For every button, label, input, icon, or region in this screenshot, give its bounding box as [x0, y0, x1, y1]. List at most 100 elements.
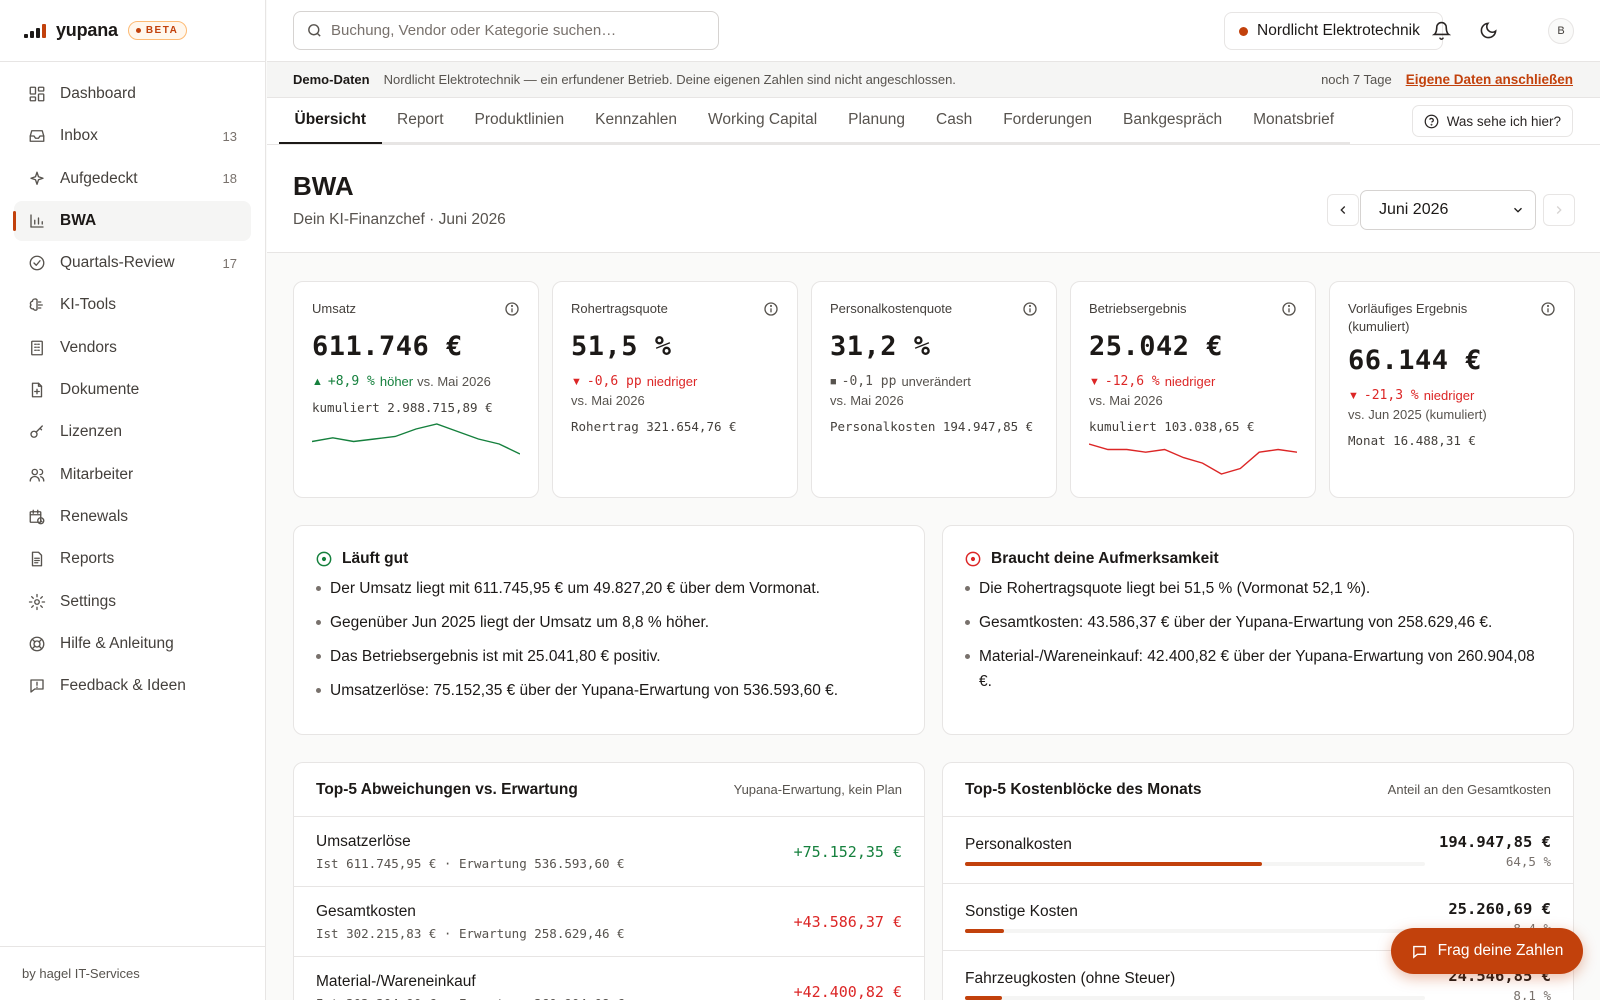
tab-4[interactable]: Working Capital [692, 98, 833, 144]
search-icon [306, 22, 323, 39]
sidebar-item-count: 17 [222, 255, 237, 271]
lifebuoy-icon [28, 635, 46, 653]
topbar: Nordlicht Elektrotechnik B [267, 0, 1600, 62]
tab-1[interactable]: Report [381, 98, 460, 144]
table-row[interactable]: Personalkosten 194.947,85 € 64,5 % [943, 817, 1573, 884]
sidebar-item-inbox[interactable]: Inbox 13 [14, 116, 251, 156]
users-icon [28, 466, 46, 484]
trend-down-icon: ▼ [571, 375, 582, 388]
sidebar-item-label: BWA [60, 211, 97, 229]
kpi-card: Personalkostenquote 31,2 % ■ -0,1 pp unverän… [811, 281, 1057, 498]
moon-icon[interactable] [1476, 18, 1500, 42]
brand[interactable]: yupana BETA [0, 0, 265, 62]
beta-badge: BETA [127, 21, 188, 40]
brand-name: yupana [56, 20, 118, 40]
sidebar-item-renewals[interactable]: Renewals [14, 497, 251, 537]
good-insights-list: Der Umsatz liegt mit 611.745,95 € um 49.… [316, 576, 902, 703]
connect-data-link[interactable]: Eigene Daten anschließen [1406, 72, 1573, 87]
kpi-footnote: Monat 16.488,31 € [1348, 433, 1476, 448]
sidebar-item-settings[interactable]: Settings [14, 582, 251, 622]
sidebar-item-ki-tools[interactable]: KI-Tools [14, 285, 251, 325]
table-row[interactable]: Gesamtkosten Ist 302.215,83 € · Erwartung… [294, 887, 924, 957]
page-title: BWA [293, 171, 354, 201]
table-row[interactable]: Umsatzerlöse Ist 611.745,95 € · Erwartung… [294, 817, 924, 887]
deviations-note: Yupana-Erwartung, kein Plan [733, 782, 902, 797]
help-button[interactable]: Was sehe ich hier? [1411, 105, 1573, 137]
sparkline-path [312, 423, 520, 455]
share-bar [965, 929, 1425, 933]
info-icon[interactable] [1022, 301, 1038, 322]
logo-icon [24, 23, 46, 38]
kpi-label: Betriebsergebnis [1089, 301, 1187, 316]
deviations-card: Top-5 Abweichungen vs. Erwartung Yupana-… [293, 762, 925, 1000]
sidebar-item-lizenzen[interactable]: Lizenzen [14, 412, 251, 452]
row-name: Personalkosten [965, 836, 1072, 853]
trend-up-icon: ▲ [312, 375, 323, 388]
tab-2[interactable]: Produktlinien [459, 98, 580, 144]
sidebar-item-vendors[interactable]: Vendors [14, 328, 251, 368]
sidebar-item-quartals-review[interactable]: Quartals-Review 17 [14, 243, 251, 283]
trend-down-icon: ▼ [1089, 375, 1100, 388]
sidebar-item-hilfe-anleitung[interactable]: Hilfe & Anleitung [14, 624, 251, 664]
feedback-icon [28, 677, 46, 695]
kpi-delta: -0,6 pp [586, 374, 642, 389]
sidebar-item-mitarbeiter[interactable]: Mitarbeiter [14, 455, 251, 495]
sidebar-item-count: 18 [222, 171, 237, 187]
sidebar-item-label: Renewals [60, 507, 129, 525]
building-icon [28, 339, 46, 357]
tab-6[interactable]: Cash [920, 98, 988, 144]
trial-days: noch 7 Tage [1321, 72, 1392, 87]
avatar[interactable]: B [1548, 18, 1574, 44]
check-circle-icon [28, 254, 46, 272]
kpi-delta-word: niedriger [646, 374, 698, 389]
previous-month-button[interactable] [1327, 194, 1359, 226]
kpi-delta: -21,3 % [1363, 388, 1419, 403]
search-input[interactable] [331, 22, 691, 39]
tab-5[interactable]: Planung [832, 98, 921, 144]
tab-9[interactable]: Monatsbrief [1237, 98, 1350, 144]
sidebar-item-count: 13 [222, 128, 237, 144]
kpi-comparison: vs. Mai 2026 [417, 374, 491, 389]
tab-3[interactable]: Kennzahlen [579, 98, 693, 144]
table-row[interactable]: Material-/WareneinkaufIst 303.304,90 € ·… [294, 957, 924, 1000]
sidebar-item-label: Lizenzen [60, 423, 123, 441]
sidebar-item-bwa[interactable]: BWA [13, 200, 251, 241]
kpi-footnote: Rohertrag 321.654,76 € [571, 419, 737, 434]
info-icon[interactable] [1540, 301, 1556, 322]
tab-8[interactable]: Bankgespräch [1107, 98, 1238, 144]
bell-icon[interactable] [1429, 18, 1453, 42]
sidebar-item-label: Vendors [60, 338, 117, 356]
sidebar-item-label: Mitarbeiter [60, 465, 134, 483]
insight-item: Das Betriebsergebnis ist mit 25.041,80 €… [316, 644, 902, 669]
sidebar-item-feedback-ideen[interactable]: Feedback & Ideen [14, 666, 251, 706]
insight-item: Material-/Wareneinkauf: 42.400,82 € über… [965, 644, 1551, 694]
sidebar-item-label: Aufgedeckt [60, 169, 138, 187]
sparkline [312, 423, 520, 455]
company-status-dot [1239, 26, 1248, 36]
month-select[interactable]: Juni 2026 [1360, 190, 1536, 230]
row-deviation: +75.152,35 € [793, 843, 902, 861]
kpi-delta-word: niedriger [1164, 374, 1216, 389]
sidebar-nav: Dashboard Inbox 13 Aufgedeckt 18 BWA Quartals-… [0, 62, 265, 720]
sidebar-item-reports[interactable]: Reports [14, 539, 251, 579]
sidebar-item-aufgedeckt[interactable]: Aufgedeckt 18 [14, 159, 251, 199]
trend-flat-icon: ■ [830, 375, 837, 388]
info-icon[interactable] [763, 301, 779, 322]
sidebar-item-dashboard[interactable]: Dashboard [14, 74, 251, 114]
tab-7[interactable]: Forderungen [987, 98, 1108, 144]
good-insights-card: Läuft gut Der Umsatz liegt mit 611.745,9… [293, 525, 925, 735]
cost-blocks-note: Anteil an den Gesamtkosten [1387, 782, 1551, 797]
search-box[interactable] [293, 11, 719, 50]
sidebar-item-dokumente[interactable]: Dokumente [14, 370, 251, 410]
info-icon[interactable] [504, 301, 520, 322]
company-switcher[interactable]: Nordlicht Elektrotechnik [1224, 12, 1443, 50]
tab-0[interactable]: Übersicht [279, 98, 382, 144]
ask-numbers-button[interactable]: Frag deine Zahlen [1391, 928, 1583, 974]
sidebar-item-label: Dokumente [60, 381, 140, 399]
info-icon[interactable] [1281, 301, 1297, 322]
kpi-card: Rohertragsquote 51,5 % ▼ -0,6 pp niedriger vs… [552, 281, 798, 498]
next-month-button[interactable] [1543, 194, 1575, 226]
sidebar-item-label: Settings [60, 592, 117, 610]
sidebar-item-label: Hilfe & Anleitung [60, 634, 174, 652]
document-icon [28, 381, 46, 399]
